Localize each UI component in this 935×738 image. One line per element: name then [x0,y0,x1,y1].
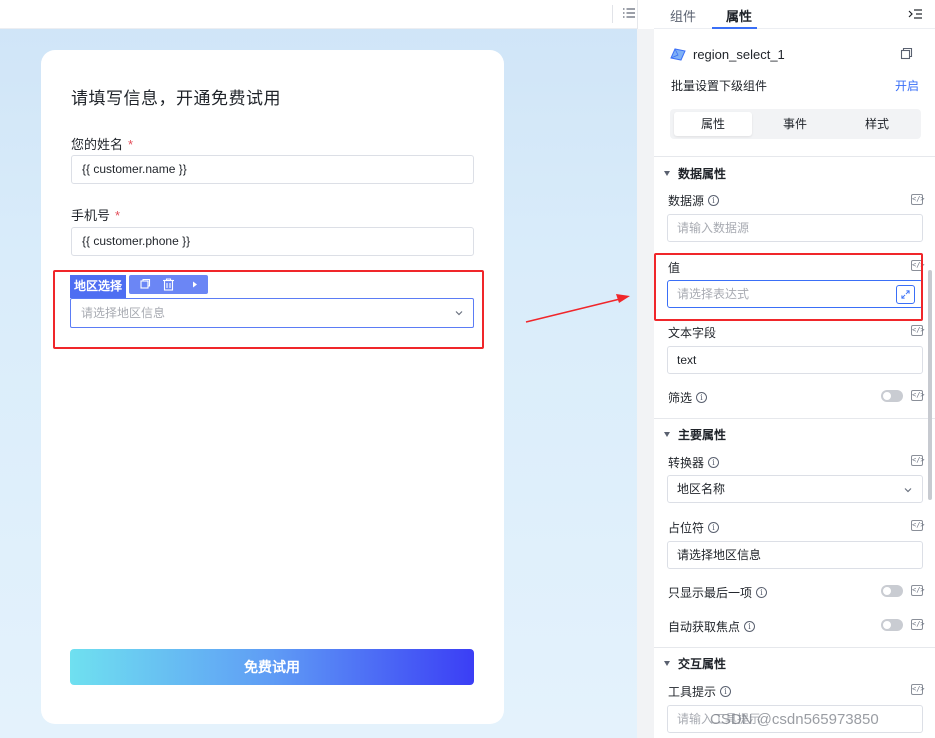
free-trial-button[interactable]: 免费试用 [70,649,474,685]
tooltip-label: 工具提示 i [668,683,732,700]
section-divider [654,156,935,157]
datasource-input[interactable]: 请输入数据源 [667,214,923,242]
panel-segmented-control: 属性 事件 样式 [670,109,921,139]
annotation-arrow [525,294,630,323]
text-field-input[interactable]: text [667,346,923,374]
caret-down-icon [664,171,670,177]
panel-gutter [637,29,654,738]
required-mark: * [115,208,121,223]
list-menu-icon[interactable] [622,6,636,20]
code-binding-icon[interactable]: </> [911,619,925,630]
converter-label: 转换器 i [668,454,720,471]
panel-tabs: 组件 属性 [654,0,935,29]
design-canvas: 请填写信息，开通免费试用 您的姓名 * {{ customer.name }} 手… [0,0,637,738]
segment-properties[interactable]: 属性 [674,112,752,136]
chevron-down-icon [904,488,912,493]
show-last-only-label: 只显示最后一项 i [668,584,768,601]
phone-label-text: 手机号 [71,208,111,223]
required-mark: * [128,137,134,152]
code-binding-icon[interactable]: </> [911,520,925,531]
code-binding-icon[interactable]: </> [911,390,925,401]
info-icon: i [708,457,720,469]
info-icon: i [708,195,720,207]
batch-setting-label: 批量设置下级组件 [671,79,768,93]
component-name: region_select_1 [693,47,785,62]
datasource-label-text: 数据源 [668,194,705,208]
section-divider [654,647,935,648]
info-icon: i [756,587,768,599]
text-field-label: 文本字段 [668,326,717,340]
section-divider [654,418,935,419]
section-data-properties[interactable]: 数据属性 [664,165,726,182]
info-icon: i [708,522,720,534]
section-title: 数据属性 [678,167,727,181]
name-label: 您的姓名 * [71,134,133,153]
caret-down-icon [664,661,670,667]
placeholder-input[interactable]: 请选择地区信息 [667,541,923,569]
code-binding-icon[interactable]: </> [911,585,925,596]
form-card: 请填写信息，开通免费试用 您的姓名 * {{ customer.name }} 手… [41,50,504,724]
datasource-label: 数据源 i [668,192,720,209]
copy-icon[interactable] [900,47,913,60]
active-tab-indicator [712,27,757,29]
code-binding-icon[interactable]: </> [911,455,925,466]
caret-down-icon [664,432,670,438]
filter-label: 筛选 i [668,389,708,406]
code-binding-icon[interactable]: </> [911,684,925,695]
highlight-box-value-field [654,253,923,321]
code-binding-icon[interactable]: </> [911,325,925,336]
converter-select[interactable]: 地区名称 [667,475,923,503]
section-title: 主要属性 [678,428,727,442]
canvas-toolbar [0,0,637,29]
filter-label-text: 筛选 [668,391,693,405]
collapse-panel-icon[interactable] [907,7,923,21]
phone-label: 手机号 * [71,205,120,224]
watermark: CSDN @csdn565973850 [710,711,879,728]
info-icon: i [744,621,756,633]
tab-properties[interactable]: 属性 [726,6,752,25]
form-title: 请填写信息，开通免费试用 [71,89,281,108]
placeholder-label: 占位符 i [668,519,720,536]
autofocus-label-text: 自动获取焦点 [668,620,741,634]
region-component-icon [670,48,686,61]
highlight-box-region-select [53,270,484,349]
placeholder-label-text: 占位符 [668,521,705,535]
tab-components[interactable]: 组件 [670,6,696,25]
converter-label-text: 转换器 [668,456,705,470]
filter-toggle[interactable] [881,390,903,402]
section-main-properties[interactable]: 主要属性 [664,426,726,443]
segment-styles[interactable]: 样式 [838,112,916,136]
autofocus-toggle[interactable] [881,619,903,631]
info-icon: i [720,686,732,698]
info-icon: i [696,392,708,404]
autofocus-label: 自动获取焦点 i [668,618,756,635]
show-last-only-label-text: 只显示最后一项 [668,586,753,600]
show-last-only-toggle[interactable] [881,585,903,597]
batch-enable-link[interactable]: 开启 [895,77,919,94]
section-interaction-properties[interactable]: 交互属性 [664,655,726,672]
code-binding-icon[interactable]: </> [911,194,925,205]
tooltip-label-text: 工具提示 [668,685,717,699]
name-label-text: 您的姓名 [71,137,124,152]
converter-select-value: 地区名称 [677,482,726,496]
phone-input[interactable]: {{ customer.phone }} [71,227,474,256]
toolbar-divider [612,5,613,23]
panel-scrollbar[interactable] [928,270,932,500]
segment-events[interactable]: 事件 [756,112,834,136]
section-title: 交互属性 [678,657,727,671]
name-input[interactable]: {{ customer.name }} [71,155,474,184]
